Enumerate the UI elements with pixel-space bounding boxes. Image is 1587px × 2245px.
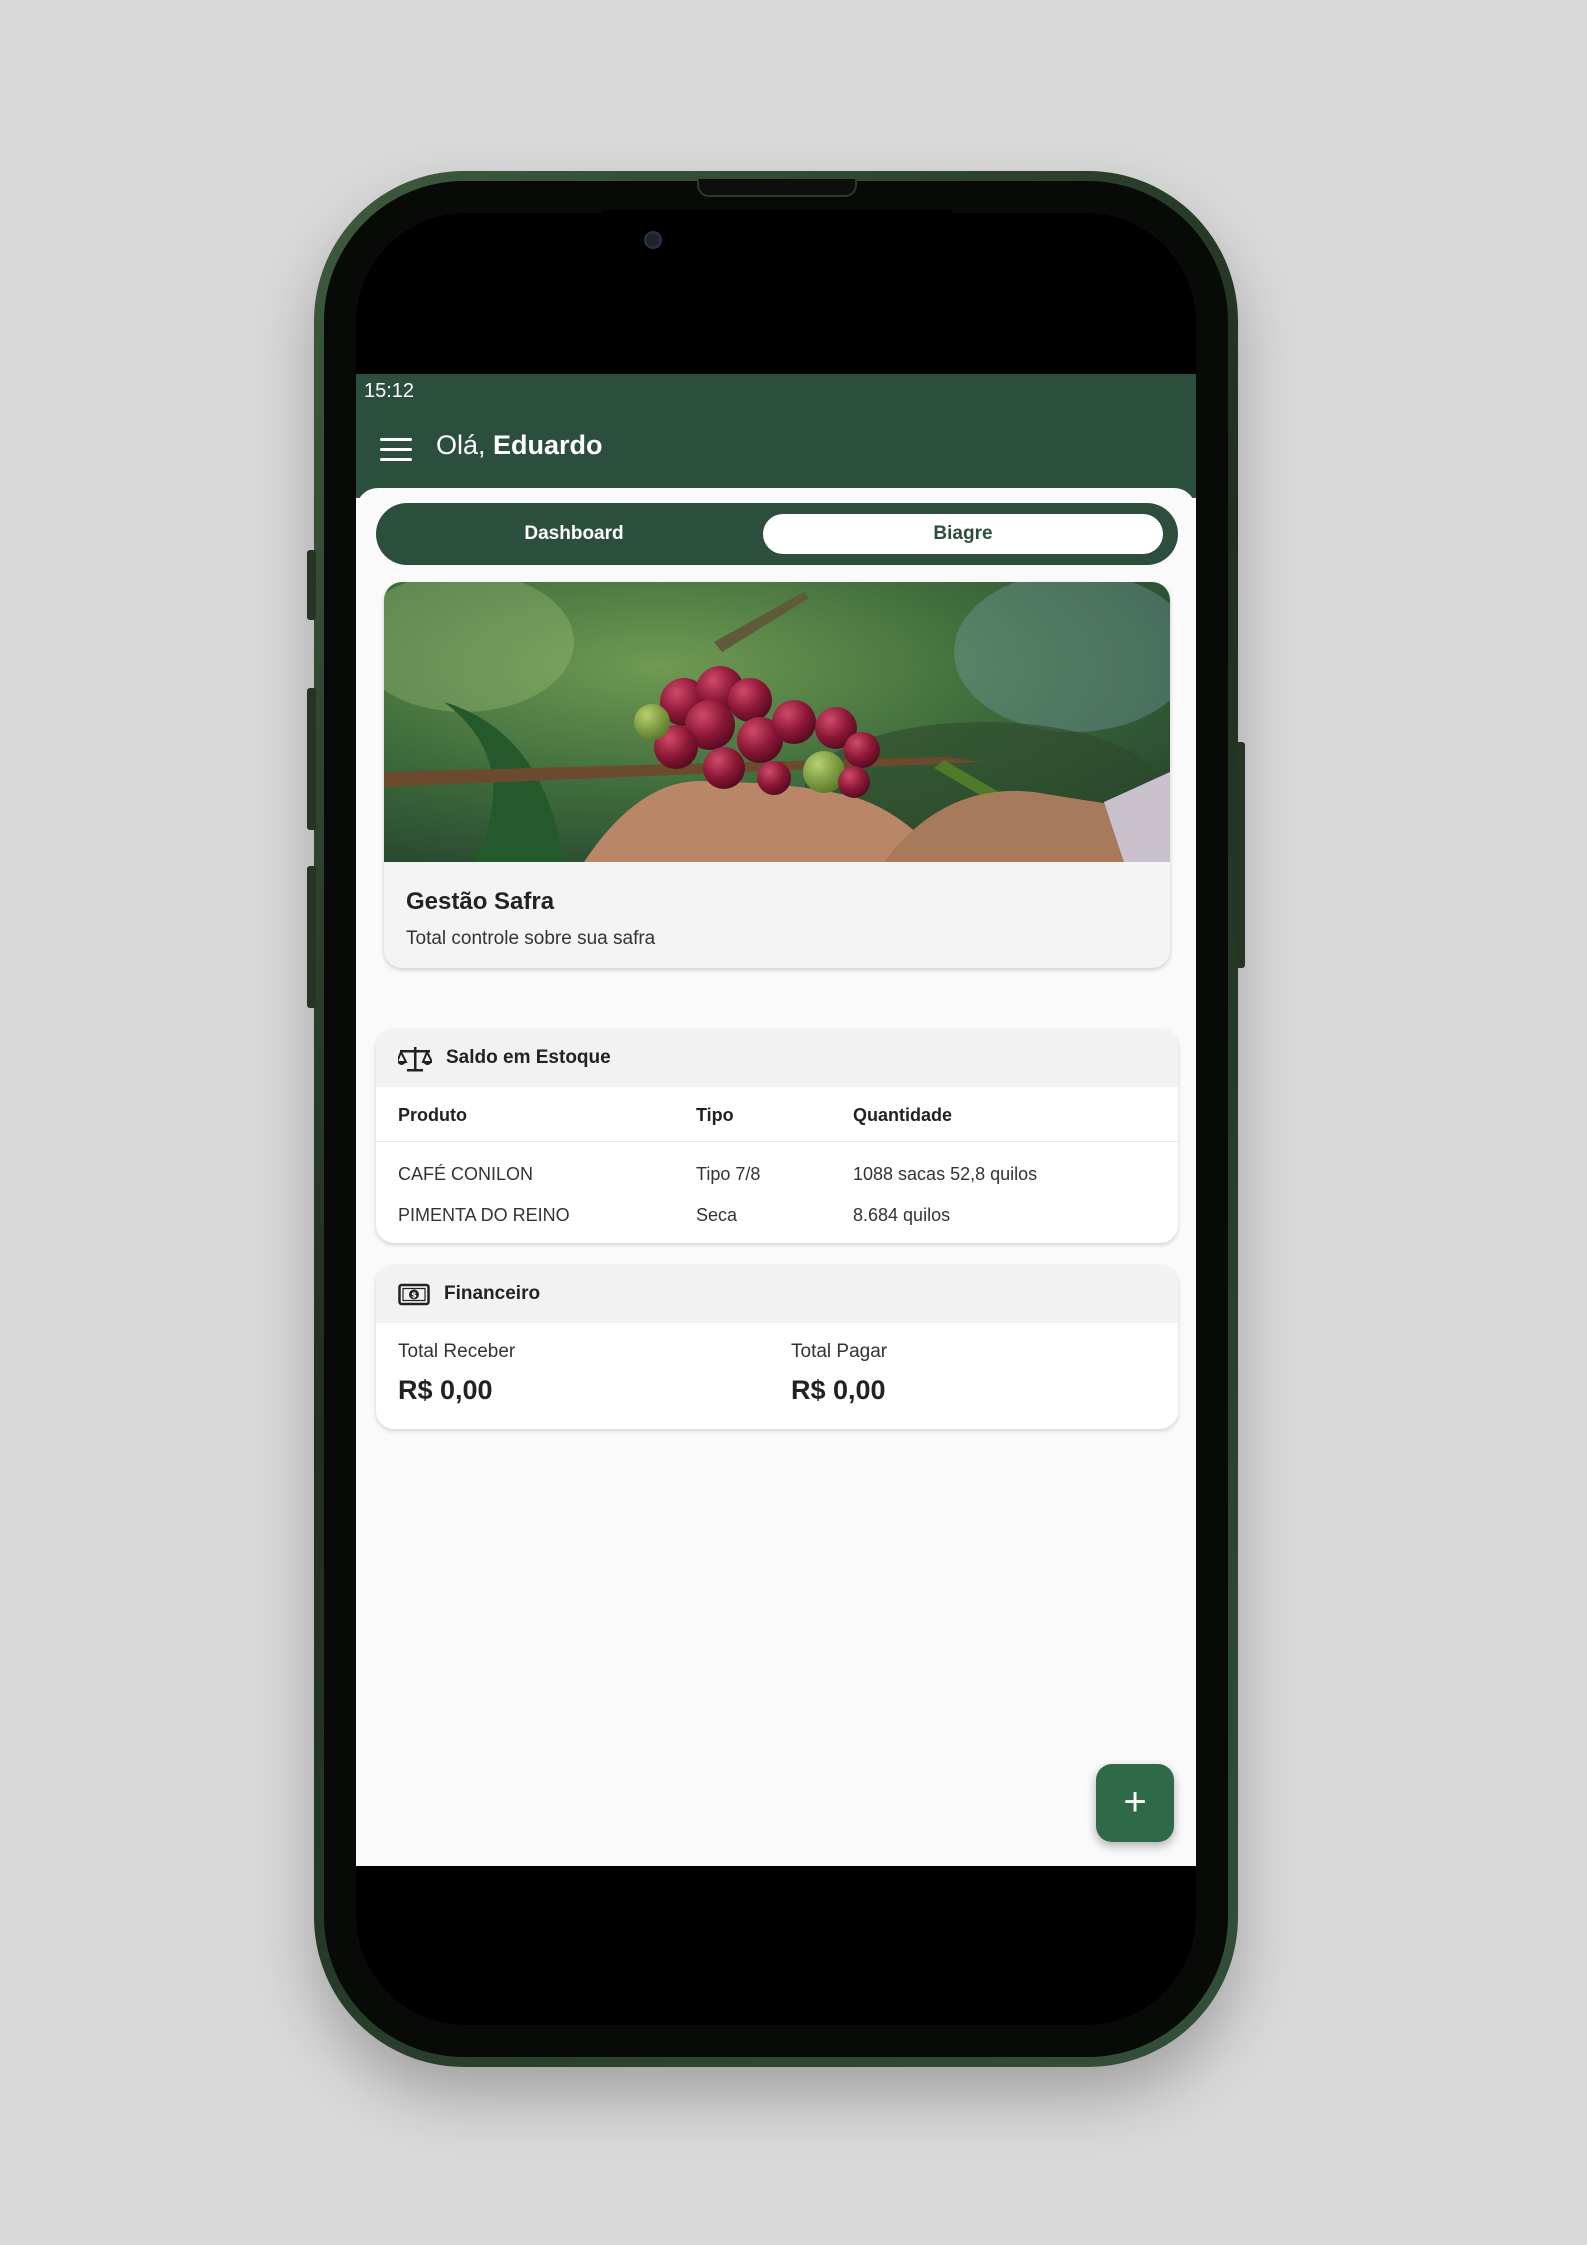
col-header-tipo: Tipo	[696, 1105, 734, 1125]
camera-icon	[644, 231, 662, 249]
tab-biagre[interactable]: Biagre	[763, 514, 1163, 554]
scale-icon	[398, 1047, 432, 1072]
col-header-produto: Produto	[398, 1105, 467, 1125]
total-pagar-value: R$ 0,00	[791, 1375, 886, 1405]
total-receber-label: Total Receber	[398, 1341, 516, 1362]
content-sheet: Dashboard Biagre Gestão Safra Total cont…	[356, 488, 1196, 1866]
app-bar: 15:12 Olá, Eduardo	[356, 374, 1196, 498]
banner-title: Gestão Safra	[406, 888, 555, 915]
svg-text:$: $	[411, 1291, 417, 1300]
cell-quantidade: 8.684 quilos	[853, 1205, 951, 1225]
user-name: Eduardo	[493, 430, 603, 460]
stock-card-title: Saldo em Estoque	[446, 1047, 611, 1068]
stock-card-header: Saldo em Estoque	[376, 1029, 1178, 1087]
finance-card-header: $ Financeiro	[376, 1265, 1178, 1323]
volume-up-button	[307, 688, 316, 830]
banner-subtitle: Total controle sobre sua safra	[406, 928, 656, 949]
greeting-prefix: Olá,	[436, 430, 494, 460]
cell-quantidade: 1088 sacas 52,8 quilos	[853, 1164, 1038, 1184]
table-divider	[376, 1141, 1178, 1142]
status-time: 15:12	[364, 380, 415, 402]
greeting: Olá, Eduardo	[436, 430, 603, 461]
volume-down-button	[307, 866, 316, 1008]
tab-dashboard[interactable]: Dashboard	[387, 514, 761, 554]
segmented-tabs: Dashboard Biagre	[376, 503, 1178, 565]
col-header-quantidade: Quantidade	[853, 1105, 953, 1125]
stock-card: Saldo em Estoque Produto Tipo Quantidade…	[376, 1029, 1178, 1243]
hamburger-menu-icon[interactable]	[380, 438, 412, 462]
total-receber-value: R$ 0,00	[398, 1375, 493, 1405]
mute-switch	[307, 550, 316, 620]
app-screen: 15:12 Olá, Eduardo Dashboard Biagre Gest…	[356, 374, 1196, 1866]
cell-tipo: Seca	[696, 1205, 738, 1225]
cell-tipo: Tipo 7/8	[696, 1164, 761, 1184]
add-fab-button[interactable]: +	[1096, 1764, 1174, 1842]
finance-card: $ Financeiro Total Receber R$ 0,00 Total…	[376, 1265, 1178, 1429]
total-pagar-label: Total Pagar	[791, 1341, 888, 1362]
power-button	[1236, 742, 1245, 968]
gestao-safra-card[interactable]: Gestão Safra Total controle sobre sua sa…	[384, 582, 1170, 968]
coffee-cherries-photo	[384, 582, 1170, 862]
money-bill-icon: $	[398, 1283, 430, 1306]
finance-card-title: Financeiro	[444, 1283, 541, 1304]
cell-produto: PIMENTA DO REINO	[398, 1205, 570, 1225]
cell-produto: CAFÉ CONILON	[398, 1164, 534, 1184]
speaker-grille	[697, 179, 857, 197]
